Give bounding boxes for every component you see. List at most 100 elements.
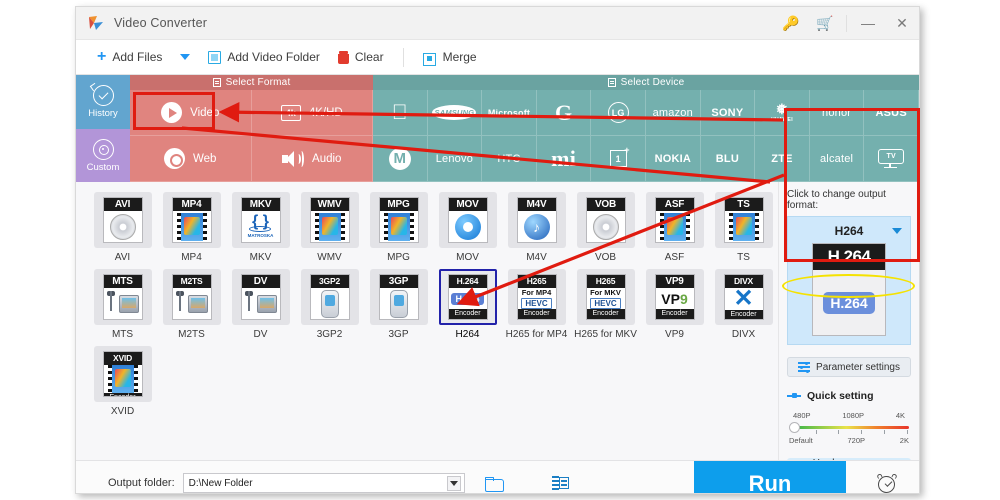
device-honor[interactable]: honor (809, 90, 865, 136)
icon-badge: MTS (103, 275, 142, 288)
xvid-icon: XVID Encoder (102, 351, 143, 397)
format-item-mts[interactable]: MTS MTS (88, 269, 157, 340)
icon-art (586, 211, 625, 242)
format-category-audio[interactable]: Audio (251, 136, 373, 182)
format-item-mp4[interactable]: MP4 MP4 (157, 192, 226, 263)
parameter-settings-button[interactable]: Parameter settings (787, 357, 911, 377)
format-category-web[interactable]: Web (130, 136, 252, 182)
format-item-vp9[interactable]: VP9 VP9 Encoder VP9 (640, 269, 709, 340)
format-category-video[interactable]: Video (130, 90, 252, 136)
device-htc[interactable]: HTC (482, 136, 537, 182)
wmv-icon: WMV (309, 197, 350, 243)
format-item-mkv[interactable]: MKV { } MATROSKA MKV (226, 192, 295, 263)
device-microsoft[interactable]: Microsoft (482, 90, 537, 136)
format-item-mov[interactable]: MOV MOV (433, 192, 502, 263)
device-blu[interactable]: BLU (700, 136, 756, 182)
h265-mp4-icon: H265 For MP4 HEVC Encoder (516, 274, 557, 320)
add-files-dropdown[interactable] (171, 40, 199, 74)
format-item-divx[interactable]: DIVX ✕ Encoder DIVX (709, 269, 778, 340)
device-samsung[interactable]: SAMSUNG (427, 90, 483, 136)
h265-mkv-icon: H265 For MKV HEVC Encoder (585, 274, 626, 320)
format-item-m2ts[interactable]: M2TS M2TS (157, 269, 226, 340)
device-zte[interactable]: ZTE (755, 136, 810, 182)
add-video-folder-button[interactable]: Add Video Folder (199, 40, 329, 74)
chevron-down-icon[interactable] (446, 475, 461, 491)
vp9-logo: VP9 (661, 290, 688, 307)
format-label: 3GP (388, 329, 409, 340)
cart-icon[interactable]: 🛒 (808, 7, 842, 40)
sidebar-item-label: History (88, 108, 118, 119)
device-motorola[interactable]: M (373, 136, 428, 182)
device-alcatel[interactable]: alcatel (809, 136, 865, 182)
output-format-preview[interactable]: H264 H.264 H.264 (787, 216, 911, 345)
minimize-icon[interactable]: — (851, 7, 885, 40)
format-item-3gp2[interactable]: 3GP2 3GP2 (295, 269, 364, 340)
device-lenovo[interactable]: Lenovo (427, 136, 483, 182)
device-huawei[interactable]: ❅ HUAWEI (755, 90, 810, 136)
select-device-panel: Select Device  SAMSUNG Microsoft G LG a… (373, 75, 919, 182)
slider-track[interactable] (789, 422, 909, 434)
format-item-m4v[interactable]: M4V ♪ M4V (502, 192, 571, 263)
device-tv[interactable]: TV (864, 136, 919, 182)
folder-icon[interactable] (484, 476, 504, 492)
format-category-label: Web (193, 152, 217, 165)
alarm-icon[interactable] (876, 473, 898, 493)
add-files-button[interactable]: + Add Files (88, 40, 171, 74)
preview-body: H.264 (813, 270, 885, 335)
open-media-icon[interactable] (551, 476, 569, 490)
format-label: VP9 (665, 329, 684, 340)
format-item-h264[interactable]: H.264 H.264 Encoder H264 (433, 269, 502, 340)
key-icon[interactable]: 🔑 (774, 7, 808, 40)
icon-art (103, 211, 142, 242)
vob-icon: VOB (585, 197, 626, 243)
sidebar-item-history[interactable]: History (76, 75, 130, 129)
format-tile: M2TS (162, 269, 221, 325)
format-item-mpg[interactable]: MPG MPG (364, 192, 433, 263)
format-item-xvid[interactable]: XVID Encoder XVID (88, 346, 157, 417)
device-sony[interactable]: SONY (700, 90, 756, 136)
icon-art (379, 211, 418, 242)
icon-badge: MKV (241, 198, 280, 211)
close-icon[interactable]: ✕ (885, 7, 919, 40)
format-label: M4V (526, 252, 547, 263)
huawei-label: HUAWEI (771, 117, 793, 123)
device-google[interactable]: G (536, 90, 592, 136)
quality-slider[interactable]: 480P 1080P 4K Default 720P 2K (787, 411, 911, 445)
format-label: DV (253, 329, 268, 340)
samsung-logo: SAMSUNG (432, 105, 477, 120)
format-item-3gp[interactable]: 3GP 3GP (364, 269, 433, 340)
device-apple[interactable]:  (373, 90, 428, 136)
format-item-asf[interactable]: ASF ASF (640, 192, 709, 263)
format-item-vob[interactable]: VOB VOB (571, 192, 640, 263)
format-item-avi[interactable]: AVI AVI (88, 192, 157, 263)
device-nokia[interactable]: NOKIA (645, 136, 701, 182)
format-item-h265-mkv[interactable]: H265 For MKV HEVC Encoder H265 for MKV (571, 269, 640, 340)
lg-logo: LG (607, 102, 629, 123)
format-item-h265-mp4[interactable]: H265 For MP4 HEVC Encoder H265 for MP4 (502, 269, 571, 340)
device-amazon[interactable]: amazon (645, 90, 701, 136)
format-doc-icon (212, 78, 221, 87)
device-xiaomi[interactable]: mi (536, 136, 592, 182)
icon-badge: H265 (517, 275, 556, 288)
app-window: Video Converter 🔑 🛒 — ✕ + Add Files Add … (75, 6, 920, 494)
device-oneplus[interactable]: 1 (591, 136, 646, 182)
output-folder-input[interactable]: D:\New Folder (182, 473, 465, 493)
icon-badge: ASF (655, 198, 694, 211)
format-label: H264 (455, 329, 480, 340)
chevron-down-icon[interactable] (892, 228, 902, 234)
icon-badge: 3GP (379, 275, 418, 288)
slider-knob[interactable] (789, 422, 800, 433)
sidebar-item-custom[interactable]: Custom (76, 129, 130, 182)
icon-badge: MPG (379, 198, 418, 211)
merge-button[interactable]: Merge (414, 40, 486, 74)
app-logo-icon (87, 14, 105, 32)
device-asus[interactable]: ASUS (864, 90, 919, 136)
run-button[interactable]: Run (694, 461, 846, 493)
device-lg[interactable]: LG (591, 90, 646, 136)
format-category-4khd[interactable]: 4k 4K/HD (251, 90, 373, 136)
format-item-dv[interactable]: DV DV (226, 269, 295, 340)
format-item-wmv[interactable]: WMV WMV (295, 192, 364, 263)
clear-button[interactable]: Clear (329, 40, 393, 74)
format-item-ts[interactable]: TS TS (709, 192, 778, 263)
format-tile: 3GP2 (300, 269, 359, 325)
